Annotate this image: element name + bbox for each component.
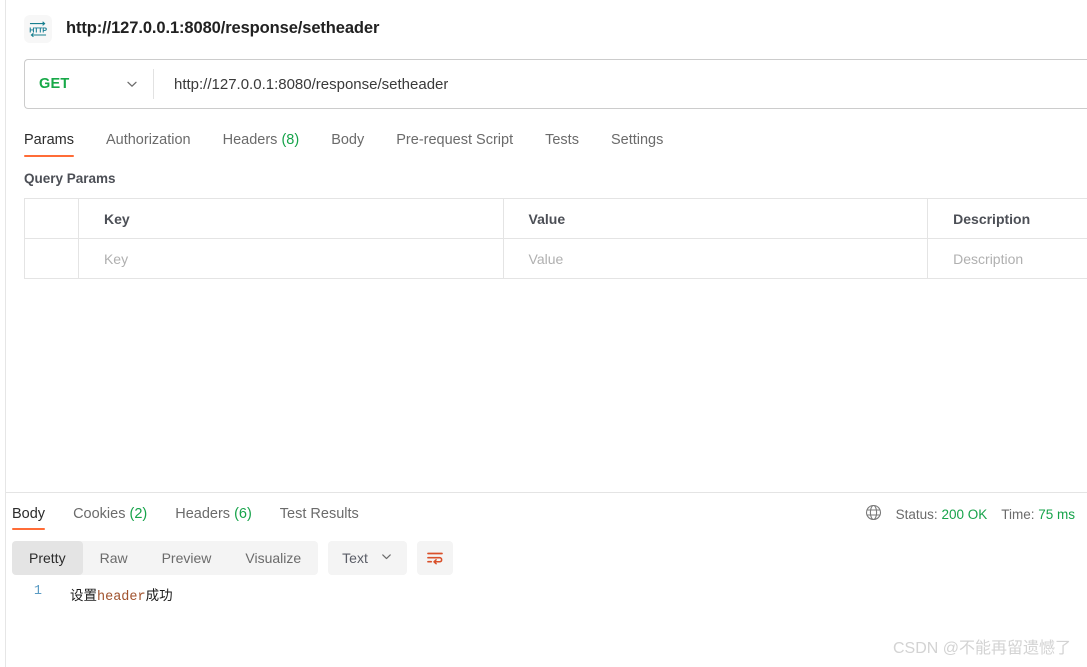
- query-params-table: Key Value Description Key Value Descript…: [24, 198, 1087, 279]
- method-label: GET: [39, 76, 70, 92]
- chevron-down-icon: [380, 550, 393, 566]
- tab-settings[interactable]: Settings: [595, 132, 679, 157]
- method-selector[interactable]: GET: [25, 76, 153, 92]
- tab-headers-label: Headers: [222, 132, 278, 148]
- row-description-input[interactable]: Description: [928, 239, 1087, 278]
- table-header-row: Key Value Description: [25, 199, 1087, 239]
- tab-tests-label: Tests: [545, 132, 579, 148]
- status-label: Status:: [895, 506, 938, 522]
- query-params-title: Query Params: [24, 171, 116, 186]
- tab-pre-request-script-label: Pre-request Script: [396, 132, 514, 148]
- request-tabs: Params Authorization Headers (8) Body Pr…: [0, 123, 1087, 157]
- http-protocol-icon: HTTP: [24, 14, 52, 43]
- tab-authorization[interactable]: Authorization: [90, 132, 207, 157]
- response-tab-headers-label: Headers: [175, 506, 231, 522]
- tab-params[interactable]: Params: [24, 132, 90, 157]
- request-url-bar: GET http://127.0.0.1:8080/response/sethe…: [24, 59, 1087, 109]
- response-body-viewer[interactable]: 1 设置header成功: [0, 575, 1087, 605]
- response-top-bar: Body Cookies (2) Headers (6) Test Result…: [0, 493, 1087, 530]
- word-wrap-icon[interactable]: [416, 541, 453, 575]
- view-mode-visualize[interactable]: Visualize: [228, 541, 318, 575]
- response-tab-headers[interactable]: Headers (6): [161, 506, 266, 530]
- tab-headers[interactable]: Headers (8): [207, 132, 316, 157]
- view-mode-raw[interactable]: Raw: [83, 541, 145, 575]
- response-tab-body[interactable]: Body: [12, 506, 59, 530]
- response-tab-cookies-label: Cookies: [73, 506, 126, 522]
- response-body-line: 设置header成功: [48, 584, 173, 605]
- url-bar-wrapper: GET http://127.0.0.1:8080/response/sethe…: [0, 44, 1087, 109]
- response-meta: Status: 200 OK Time: 75 ms: [865, 504, 1075, 530]
- page-title: http://127.0.0.1:8080/response/setheader: [66, 19, 380, 37]
- tab-authorization-label: Authorization: [105, 132, 191, 148]
- body-text-suffix: 成功: [145, 590, 173, 605]
- response-tabs: Body Cookies (2) Headers (6) Test Result…: [12, 506, 373, 530]
- tab-params-label: Params: [24, 132, 74, 148]
- tab-tests[interactable]: Tests: [529, 132, 595, 157]
- response-tab-test-results-label: Test Results: [279, 506, 359, 522]
- response-tab-body-label: Body: [12, 506, 46, 522]
- row-key-input[interactable]: Key: [79, 239, 504, 278]
- view-mode-pretty[interactable]: Pretty: [12, 541, 83, 575]
- time-value: 75 ms: [1038, 506, 1075, 522]
- request-body-spacer: [0, 279, 1087, 492]
- response-toolbar: Pretty Raw Preview Visualize Text: [0, 530, 1087, 575]
- globe-icon: [865, 504, 882, 524]
- time-label: Time:: [1001, 506, 1035, 522]
- chevron-down-icon: [125, 77, 139, 91]
- svg-text:HTTP: HTTP: [29, 25, 47, 34]
- response-tab-cookies[interactable]: Cookies (2): [59, 506, 161, 530]
- view-mode-preview[interactable]: Preview: [145, 541, 229, 575]
- status-badge: Status: 200 OK: [896, 507, 988, 522]
- status-value: 200 OK: [941, 506, 988, 522]
- tab-body-label: Body: [331, 132, 365, 148]
- tab-body[interactable]: Body: [315, 132, 380, 157]
- body-text-token: header: [97, 590, 146, 605]
- body-text-prefix: 设置: [70, 590, 97, 605]
- header-cell-description: Description: [953, 210, 1031, 227]
- response-tab-cookies-count: (2): [129, 506, 148, 522]
- line-number: 1: [33, 584, 42, 599]
- response-tab-test-results[interactable]: Test Results: [266, 506, 373, 530]
- response-format-label: Text: [342, 550, 368, 566]
- postman-request-response-view: HTTP http://127.0.0.1:8080/response/seth…: [0, 0, 1087, 667]
- row-cell-checkbox[interactable]: [25, 239, 79, 278]
- header-cell-key: Key: [79, 199, 504, 238]
- header-cell-checkbox: [25, 199, 79, 238]
- tab-settings-label: Settings: [610, 132, 664, 148]
- response-tab-headers-count: (6): [234, 506, 252, 522]
- csdn-watermark: CSDN @不能再留遗憾了: [892, 640, 1071, 657]
- table-row[interactable]: Key Value Description: [25, 239, 1087, 278]
- time-badge: Time: 75 ms: [1001, 507, 1075, 522]
- tab-pre-request-script[interactable]: Pre-request Script: [380, 132, 529, 157]
- url-input[interactable]: http://127.0.0.1:8080/response/setheader: [154, 76, 448, 93]
- request-title-row: HTTP http://127.0.0.1:8080/response/seth…: [0, 0, 1087, 44]
- response-format-selector[interactable]: Text: [328, 541, 407, 575]
- row-value-input[interactable]: Value: [504, 239, 929, 278]
- tab-headers-count: (8): [281, 132, 300, 148]
- response-view-mode-group: Pretty Raw Preview Visualize: [12, 541, 319, 575]
- header-cell-value: Value: [504, 199, 929, 238]
